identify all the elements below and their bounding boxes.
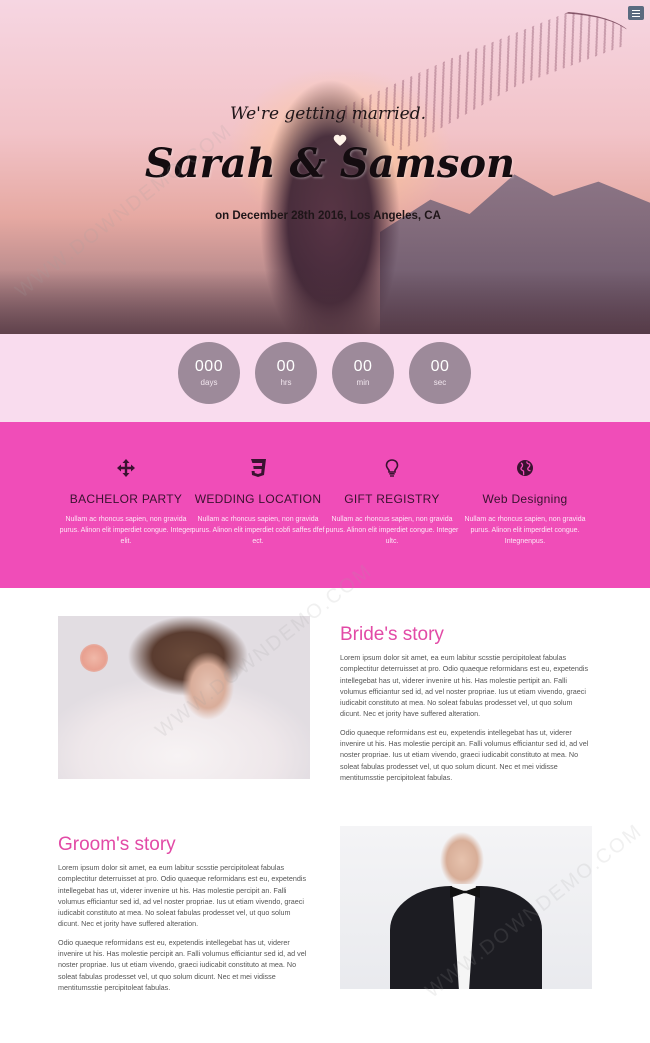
css3-icon [251,459,266,477]
countdown-seconds-label: sec [433,378,447,387]
countdown-days-value: 000 [194,358,224,375]
countdown-hours-value: 00 [276,358,296,375]
feature-gift-registry[interactable]: GIFT REGISTRY Nullam ac rhoncus sapien, … [322,458,462,547]
countdown-seconds-value: 00 [430,358,450,375]
groom-story-paragraph: Odio quaeque reformidans est eu, expeten… [58,937,307,992]
bride-flower-decoration [80,644,108,672]
countdown-seconds: 00 sec [409,342,471,404]
features-section: BACHELOR PARTY Nullam ac rhoncus sapien,… [0,422,650,588]
groom-story-paragraph: Lorem ipsum dolor sit amet, ea eum labit… [58,863,307,929]
countdown-minutes-label: min [356,378,370,387]
countdown-days-label: days [200,378,218,387]
feature-title: BACHELOR PARTY [69,492,183,506]
countdown-minutes: 00 min [332,342,394,404]
groom-photo [340,826,592,989]
groom-story-text: Lorem ipsum dolor sit amet, ea eum labit… [58,862,308,993]
countdown-days: 000 days [178,342,240,404]
feature-title: GIFT REGISTRY [344,492,440,506]
globe-icon [517,460,533,476]
arrows-move-icon [117,459,135,477]
hero-section: We're getting married. Sarah & Samson on… [0,0,650,334]
groom-story-title: Groom's story [58,834,176,855]
bride-story-title: Bride's story [340,624,444,645]
feature-wedding-location[interactable]: WEDDING LOCATION Nullam ac rhoncus sapie… [188,458,328,547]
feature-title: WEDDING LOCATION [194,492,322,506]
bride-story-paragraph: Lorem ipsum dolor sit amet, ea eum labit… [340,653,589,719]
hero-tagline: We're getting married. [230,104,426,124]
countdown-hours: 00 hrs [255,342,317,404]
lightbulb-icon [385,459,399,477]
feature-bachelor-party[interactable]: BACHELOR PARTY Nullam ac rhoncus sapien,… [56,458,196,547]
feature-title: Web Designing [482,492,568,506]
feature-text: Nullam ac rhoncus sapien, non gravida pu… [191,516,325,545]
hero-couple-names: Sarah & Samson [144,140,516,187]
feature-text: Nullam ac rhoncus sapien, non gravida pu… [464,516,586,545]
feature-text: Nullam ac rhoncus sapien, non gravida pu… [59,516,193,545]
countdown-section: 000 days 00 hrs 00 min 00 sec [0,334,650,422]
bride-story-paragraph: Odio quaeque reformidans est eu, expeten… [340,727,589,782]
feature-text: Nullam ac rhoncus sapien, non gravida pu… [325,516,459,545]
bride-photo [58,616,310,779]
bride-story-text: Lorem ipsum dolor sit amet, ea eum labit… [340,652,590,783]
countdown-hours-label: hrs [280,378,292,387]
hamburger-menu-icon[interactable] [628,6,644,20]
countdown-minutes-value: 00 [353,358,373,375]
hero-ground [0,270,650,334]
feature-web-designing[interactable]: Web Designing Nullam ac rhoncus sapien, … [455,458,595,547]
hero-date-location: on December 28th 2016, Los Angeles, CA [215,210,441,222]
heart-icon [333,134,347,146]
